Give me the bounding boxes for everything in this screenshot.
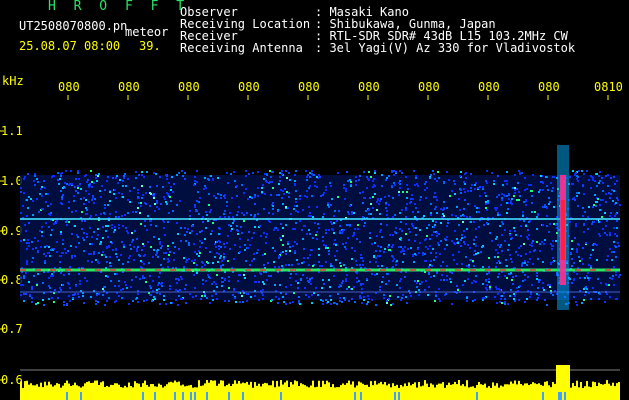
meteor-echo-peak xyxy=(561,200,565,260)
spectrogram xyxy=(0,95,621,400)
